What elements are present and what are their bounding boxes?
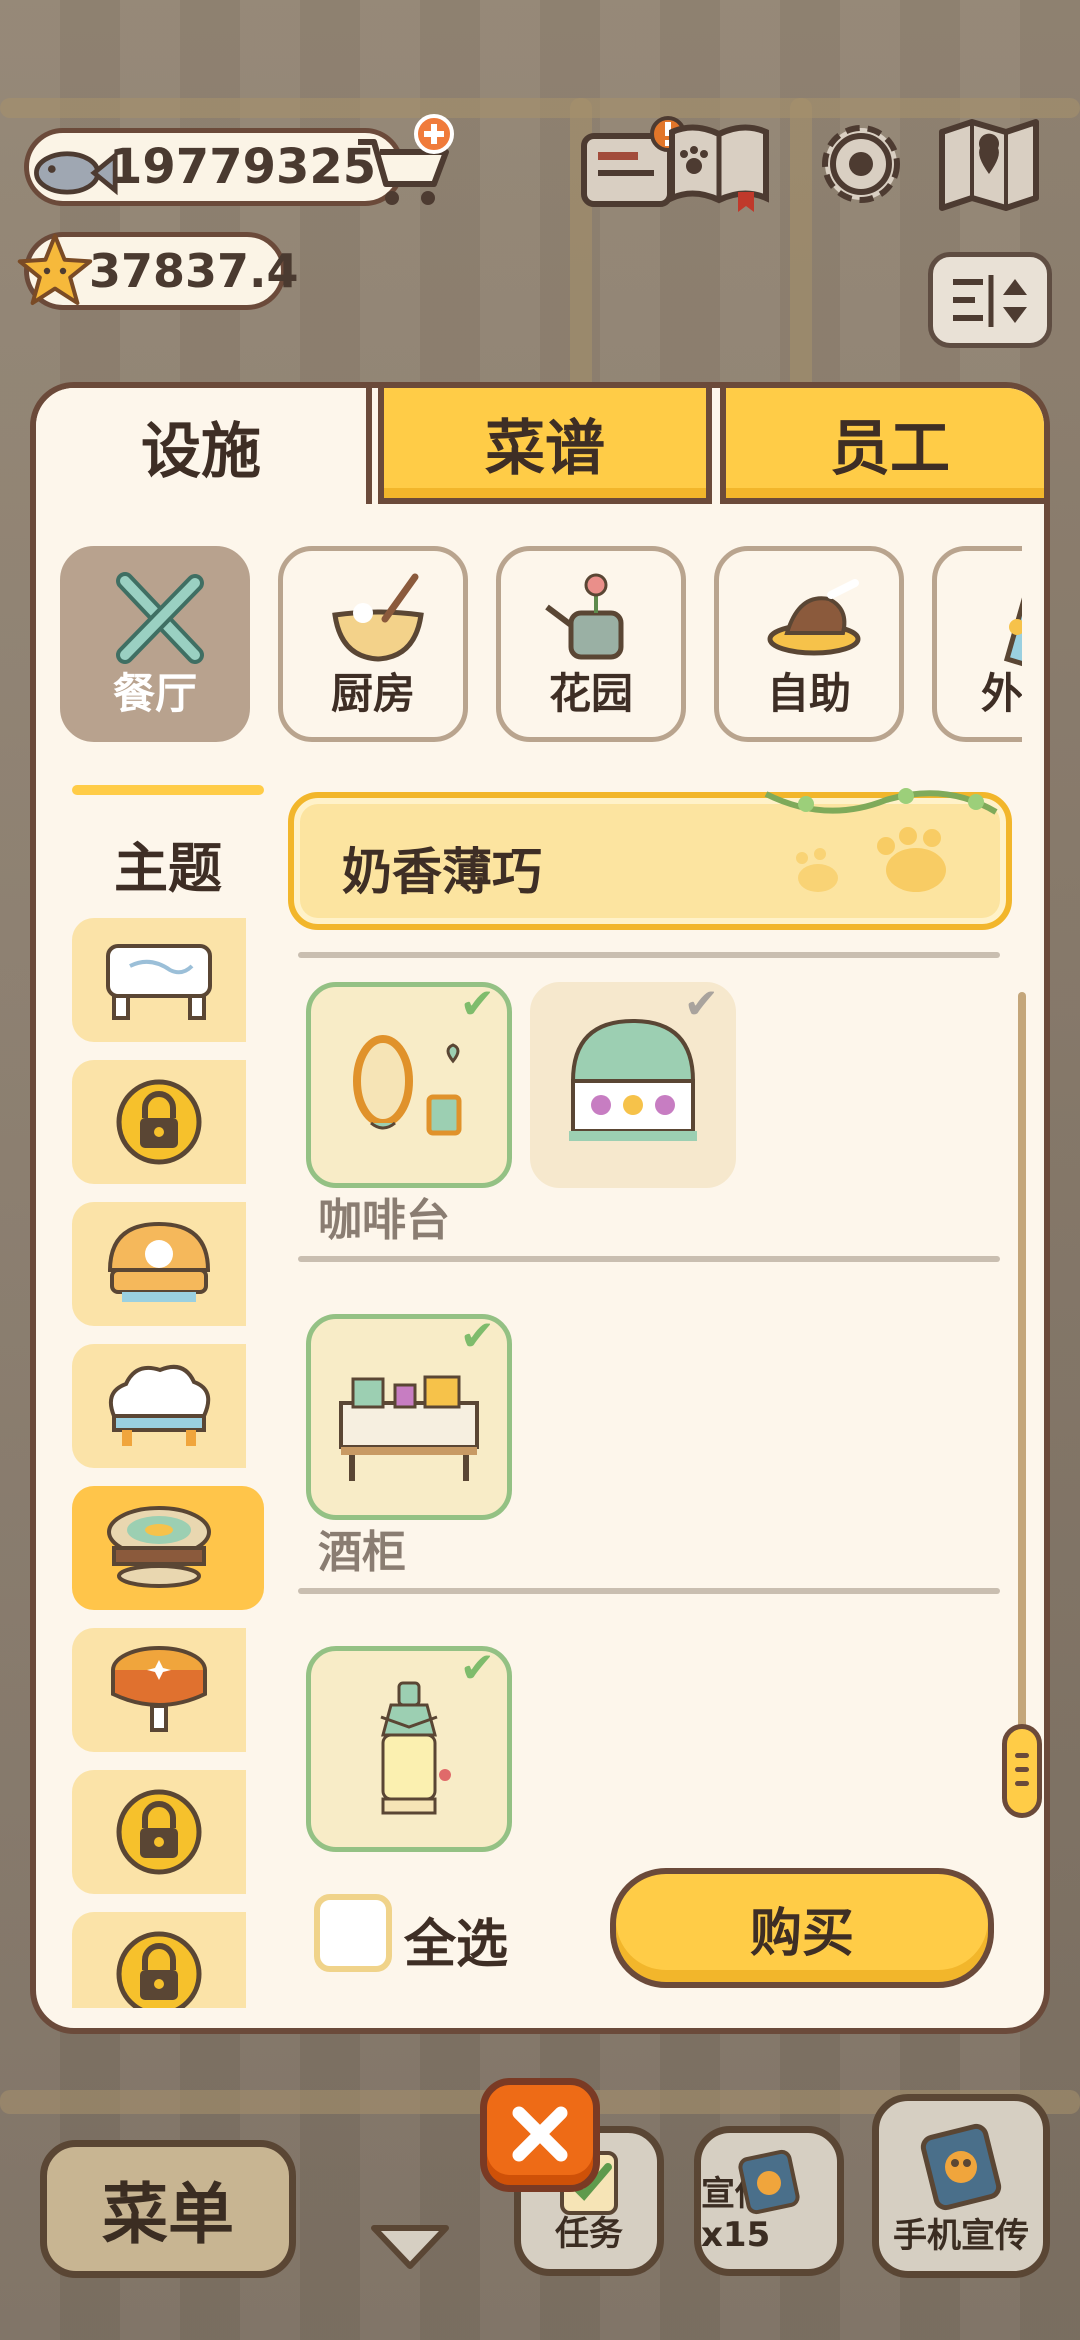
item-card[interactable]: ✔	[530, 979, 736, 1188]
promote-button[interactable]: 宣传x15	[694, 2126, 844, 2276]
owned-check-icon: ✔	[459, 979, 495, 1028]
theme-item[interactable]	[72, 1628, 246, 1752]
category-label: 餐厅	[112, 669, 197, 718]
category-label: 外	[981, 669, 1022, 718]
lock-icon	[116, 1079, 202, 1165]
mixing-bowl-icon	[332, 573, 424, 662]
chevron-down-icon[interactable]	[366, 2218, 454, 2274]
category-label: 花园	[548, 669, 633, 718]
section-label-coffee-bar: 咖啡台	[318, 1195, 450, 1246]
category-kitchen[interactable]: 厨房	[278, 546, 468, 742]
category-label: 自助	[766, 669, 851, 718]
theme-item[interactable]	[72, 1344, 246, 1468]
category-garden[interactable]: 花园	[496, 546, 686, 742]
close-button[interactable]	[480, 2078, 600, 2192]
section-divider	[298, 1256, 1000, 1262]
select-all-label[interactable]: 全选	[404, 1902, 508, 1977]
map-icon[interactable]	[934, 112, 1044, 216]
theme-list	[72, 918, 312, 2008]
cloud-table-icon	[109, 1365, 211, 1446]
lock-icon	[116, 1789, 202, 1875]
shop-panel: 员工 菜谱 设施 餐厅 厨房 花园 自助 外 主题 奶香薄巧 ✔ ✔ 咖啡台 ✔…	[30, 382, 1050, 2034]
lock-icon	[116, 1931, 202, 2008]
owned-check-icon: ✔	[459, 1643, 495, 1692]
theme-underline	[72, 785, 264, 795]
category-label: 厨房	[330, 669, 415, 718]
item-card[interactable]: ✔	[306, 979, 512, 1188]
owned-check-icon: ✔	[459, 1311, 495, 1360]
sort-icon	[953, 275, 1027, 327]
mint-cake-table-icon	[107, 1506, 211, 1588]
category-buffet[interactable]: 自助	[714, 546, 904, 742]
menu-button[interactable]: 菜单	[40, 2140, 296, 2278]
fish-currency: 19779325	[24, 128, 404, 206]
category-restaurant[interactable]: 餐厅	[60, 546, 250, 742]
theme-item[interactable]	[72, 1202, 246, 1326]
outdoor-icon	[1003, 597, 1022, 667]
phone-promote-button[interactable]: 手机宣传	[872, 2094, 1050, 2278]
item-card[interactable]: ✔	[306, 1311, 512, 1520]
owned-check-icon: ✔	[683, 979, 719, 1028]
section-divider	[298, 952, 1000, 958]
gear-icon[interactable]	[806, 112, 916, 216]
fish-amount: 19779325	[109, 139, 377, 195]
category-outdoor[interactable]: 外	[932, 546, 1022, 742]
theme-item[interactable]	[72, 1060, 246, 1184]
scrollbar-track	[1018, 992, 1026, 1772]
buffet-icon	[767, 579, 861, 656]
fish-icon	[34, 150, 118, 196]
section-label-wine-cabinet: 酒柜	[318, 1527, 406, 1578]
tab-facilities[interactable]: 设施	[36, 388, 372, 504]
shop-cart-icon[interactable]	[352, 112, 462, 212]
utensils-icon	[116, 572, 204, 664]
orange-round-table-icon	[111, 1646, 207, 1732]
theme-item[interactable]	[72, 918, 246, 1042]
paw-book-icon[interactable]	[664, 112, 774, 216]
category-row: 餐厅 厨房 花园 自助 外	[36, 538, 1022, 758]
scrollbar-thumb[interactable]	[1002, 1724, 1042, 1818]
watering-can-icon	[545, 573, 624, 660]
select-all-checkbox[interactable]	[314, 1894, 392, 1972]
layout-toggle-button[interactable]	[928, 252, 1052, 348]
star-icon	[17, 233, 93, 305]
buy-button[interactable]: 购买	[610, 1868, 994, 1988]
theme-item-selected[interactable]	[72, 1486, 264, 1610]
promo-card-icon	[738, 2149, 800, 2215]
tab-recipes[interactable]: 菜谱	[378, 388, 712, 504]
tab-staff[interactable]: 员工	[720, 388, 1044, 504]
close-icon	[512, 2106, 568, 2162]
marble-table-icon	[106, 944, 212, 1020]
panel-tabs: 员工 菜谱 设施	[36, 388, 1044, 508]
phone-promo-icon	[920, 2123, 1002, 2211]
item-card[interactable]: ✔	[306, 1643, 512, 1852]
theme-item[interactable]	[72, 1912, 246, 2008]
star-amount: 37837.4	[89, 244, 299, 298]
theme-name: 奶香薄巧	[342, 843, 542, 901]
star-currency: 37837.4	[17, 232, 299, 310]
section-divider	[298, 1588, 1000, 1594]
theme-item[interactable]	[72, 1770, 246, 1894]
theme-heading: 主题	[114, 837, 222, 900]
theme-banner: 奶香薄巧	[288, 788, 1012, 930]
phone-promote-label: 手机宣传	[893, 2216, 1029, 2256]
bread-table-icon	[107, 1221, 211, 1302]
vine-paw-decoration-icon	[764, 788, 998, 892]
